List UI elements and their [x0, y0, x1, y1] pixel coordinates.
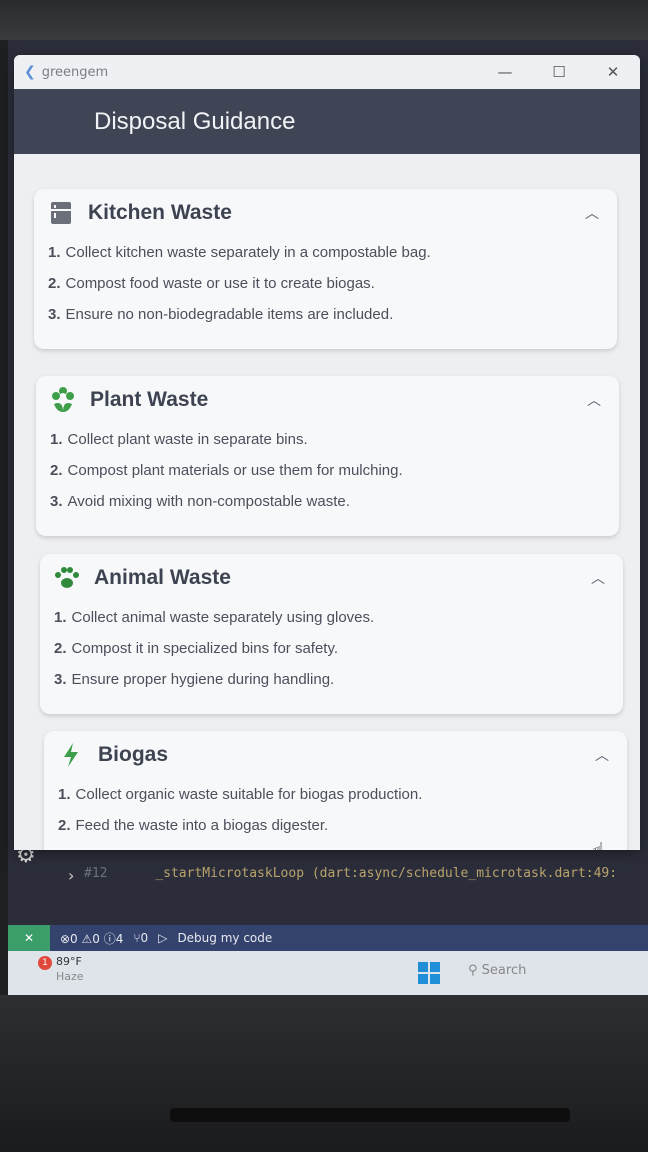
app-bar: Disposal Guidance [14, 89, 640, 154]
problems-indicator[interactable]: ⊗0 ⚠0 ⓘ4 [60, 930, 123, 947]
chevron-up-icon[interactable]: ︿ [595, 745, 609, 765]
section-title: Animal Waste [94, 566, 231, 589]
flower-icon [50, 387, 76, 413]
list-item: 1. Collect animal waste separately using … [54, 609, 375, 626]
taskbar-search[interactable]: ⚲ Search [468, 963, 526, 978]
start-button[interactable] [418, 962, 440, 984]
chevron-up-icon[interactable]: ︿ [591, 568, 605, 588]
page-title: Disposal Guidance [94, 107, 296, 135]
hand-cursor-icon: ☝ [592, 838, 605, 850]
section-title: Biogas [98, 743, 169, 766]
debug-icon[interactable]: ▷ [158, 931, 167, 945]
list-item: 3. Avoid mixing with non-compostable wast… [50, 493, 350, 510]
search-placeholder: Search [481, 963, 527, 978]
app-logo-icon: ❮ [24, 64, 36, 80]
ide-statusbar: ✕ ⊗0 ⚠0 ⓘ4 ⑂0 ▷ Debug my code [8, 925, 648, 951]
search-icon: ⚲ [468, 963, 478, 978]
weather-temp: 89°F [56, 955, 82, 968]
section-card-biogas: Biogas ︿ 1. Collect organic waste suitabl… [44, 731, 627, 850]
laptop-hinge [170, 1108, 570, 1122]
remote-icon[interactable]: ✕ [8, 925, 50, 951]
chevron-up-icon[interactable]: ︿ [587, 390, 601, 410]
section-header-kitchen-waste[interactable]: Kitchen Waste ︿ [34, 189, 617, 237]
section-card-plant-waste: Plant Waste ︿ 1. Collect plant waste in s… [36, 376, 619, 536]
guidance-list: Kitchen Waste ︿ 1. Collect kitchen waste … [14, 154, 640, 850]
weather-widget[interactable]: 1 89°F Haze [38, 955, 84, 983]
debug-config[interactable]: Debug my code [177, 931, 272, 945]
app-name: greengem [41, 64, 109, 80]
section-title: Kitchen Waste [88, 201, 232, 224]
laptop-bezel-top [0, 0, 648, 40]
ports-indicator[interactable]: ⑂0 [133, 931, 148, 945]
chevron-right-icon[interactable]: › [68, 866, 74, 885]
maximize-button[interactable]: ☐ [532, 63, 586, 81]
ide-line-number: #12 [84, 866, 108, 881]
steps-list: 1. Collect organic waste suitable for bio… [44, 779, 627, 841]
section-card-animal-waste: Animal Waste ︿ 1. Collect animal waste se… [40, 554, 623, 714]
section-header-animal-waste[interactable]: Animal Waste ︿ [40, 554, 623, 602]
list-item: 1. Collect organic waste suitable for bio… [58, 786, 423, 803]
chevron-up-icon[interactable]: ︿ [585, 203, 599, 223]
title-bar: ❮ greengem — ☐ ✕ [14, 55, 640, 89]
section-header-biogas[interactable]: Biogas ︿ [44, 731, 627, 779]
bolt-icon [58, 742, 84, 768]
list-item: 2. Feed the waste into a biogas digester. [58, 817, 329, 834]
list-item: 2. Compost food waste or use it to create… [48, 275, 375, 292]
alert-badge: 1 [38, 956, 52, 970]
steps-list: 1. Collect kitchen waste separately in a … [34, 237, 617, 330]
section-header-plant-waste[interactable]: Plant Waste ︿ [36, 376, 619, 424]
list-item: 2. Compost plant materials or use them fo… [50, 462, 403, 479]
app-window: ❮ greengem — ☐ ✕ Disposal Guidance Kitch… [14, 55, 640, 850]
section-card-kitchen-waste: Kitchen Waste ︿ 1. Collect kitchen waste … [34, 189, 617, 349]
paw-icon [54, 565, 80, 591]
taskbar: 1 89°F Haze ⚲ Search [8, 951, 648, 995]
minimize-button[interactable]: — [478, 63, 532, 81]
list-item: 3. Ensure no non-biodegradable items are … [48, 306, 394, 323]
steps-list: 1. Collect animal waste separately using … [40, 602, 623, 695]
list-item: 2. Compost it in specialized bins for saf… [54, 640, 339, 657]
list-item: 1. Collect kitchen waste separately in a … [48, 244, 431, 261]
list-item: 1. Collect plant waste in separate bins. [50, 431, 308, 448]
steps-list: 1. Collect plant waste in separate bins. … [36, 424, 619, 517]
weather-condition: Haze [56, 970, 84, 983]
list-item: 3. Ensure proper hygiene during handling. [54, 671, 335, 688]
kitchen-icon [48, 200, 74, 226]
ide-stack-line: #12 _startMicrotaskLoop (dart:async/sche… [84, 866, 617, 881]
ide-line-text: _startMicrotaskLoop (dart:async/schedule… [155, 866, 618, 881]
section-title: Plant Waste [90, 388, 209, 411]
close-button[interactable]: ✕ [586, 63, 640, 81]
laptop-bezel-bottom [0, 995, 648, 1152]
